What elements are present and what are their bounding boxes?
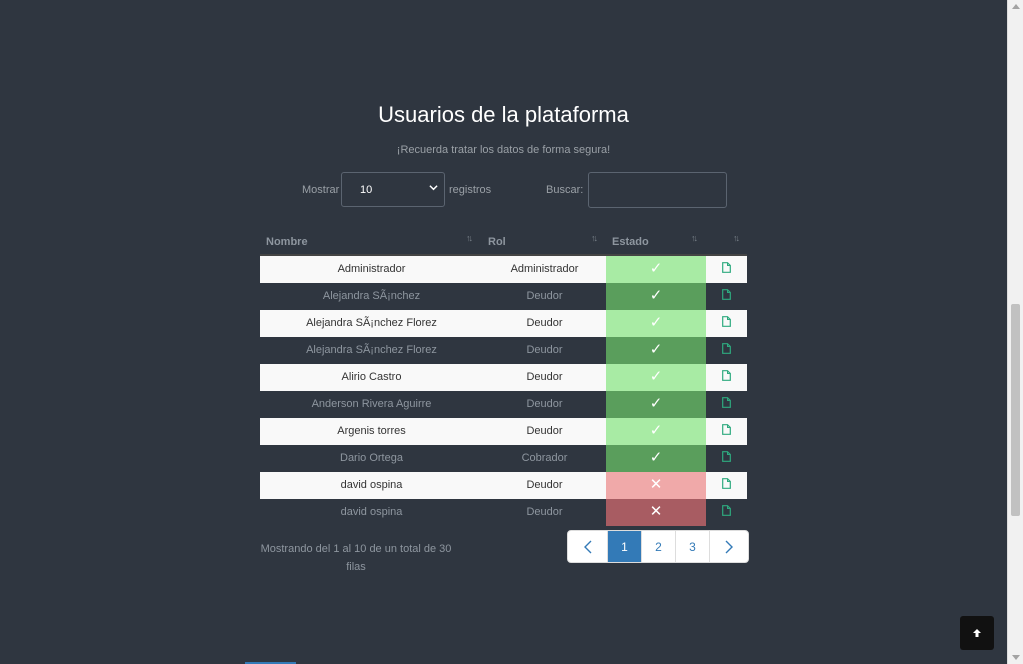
document-icon (722, 424, 731, 435)
show-label: Mostrar (302, 184, 340, 196)
cell-role: Deudor (526, 398, 563, 410)
cell-role: Deudor (526, 425, 563, 437)
chevron-right-icon (725, 540, 733, 553)
cell-name: Administrador (337, 263, 406, 275)
table-row: Alejandra SÃ¡nchez Deudor ✓ (260, 283, 747, 310)
sort-icon[interactable]: ↑↓ (733, 233, 740, 243)
view-document-button[interactable] (706, 283, 747, 310)
arrow-up-icon (973, 629, 981, 637)
sort-icon[interactable]: ↑↓ (466, 233, 473, 243)
cell-name: Alirio Castro (341, 371, 402, 383)
cell-name: Alejandra SÃ¡nchez Florez (306, 344, 437, 356)
cell-role: Administrador (510, 263, 579, 275)
scroll-up-arrow-icon[interactable] (1012, 4, 1020, 9)
page-2-button[interactable]: 2 (641, 531, 675, 562)
table-body: Administrador Administrador ✓ Alejandra SÃ¡… (260, 256, 747, 526)
page-subtitle: ¡Recuerda tratar los datos de forma segu… (396, 144, 611, 156)
chevron-left-icon (583, 540, 591, 553)
sort-icon[interactable]: ↑↓ (591, 233, 598, 243)
document-icon (722, 343, 731, 354)
table-row: Alejandra SÃ¡nchez Florez Deudor ✓ (260, 310, 747, 337)
cell-name: Dario Ortega (340, 452, 403, 464)
cell-name: Alejandra SÃ¡nchez (322, 290, 421, 302)
status-active-icon: ✓ (606, 256, 706, 283)
search-label: Buscar: (546, 184, 584, 196)
status-active-icon: ✓ (606, 445, 706, 472)
view-document-button[interactable] (706, 391, 747, 418)
column-header-state[interactable]: Estado (612, 236, 649, 248)
records-label: registros (449, 184, 492, 196)
cell-role: Deudor (526, 290, 563, 302)
table-row: david ospina Deudor ✕ (260, 472, 747, 499)
table-row: Alejandra SÃ¡nchez Florez Deudor ✓ (260, 337, 747, 364)
view-document-button[interactable] (706, 445, 747, 472)
view-document-button[interactable] (706, 310, 747, 337)
status-active-icon: ✓ (606, 418, 706, 445)
page-size-select[interactable]: 10 (341, 172, 445, 207)
cell-name: david ospina (340, 479, 403, 491)
view-document-button[interactable] (706, 337, 747, 364)
status-inactive-icon: ✕ (606, 499, 706, 526)
table-row: Dario Ortega Cobrador ✓ (260, 445, 747, 472)
table-info: Mostrando del 1 al 10 de un total de 30 … (260, 543, 452, 573)
back-to-top-button[interactable] (960, 616, 994, 650)
document-icon (722, 397, 731, 408)
status-inactive-icon: ✕ (606, 472, 706, 499)
sort-icon[interactable]: ↑↓ (691, 233, 698, 243)
cell-role: Deudor (526, 371, 563, 383)
cell-name: david ospina (340, 506, 403, 518)
pagination: 1 2 3 (567, 530, 749, 563)
page-1-button[interactable]: 1 (607, 531, 641, 562)
next-page-button[interactable] (709, 531, 748, 562)
document-icon (722, 289, 731, 300)
cell-name: Anderson Rivera Aguirre (311, 398, 432, 410)
scrollbar-thumb[interactable] (1011, 304, 1020, 516)
previous-page-button[interactable] (568, 531, 607, 562)
status-active-icon: ✓ (606, 310, 706, 337)
status-active-icon: ✓ (606, 337, 706, 364)
chevron-down-icon (429, 185, 438, 191)
table-row: Argenis torres Deudor ✓ (260, 418, 747, 445)
view-document-button[interactable] (706, 364, 747, 391)
cell-name: Alejandra SÃ¡nchez Florez (306, 317, 437, 329)
search-input[interactable] (588, 172, 727, 208)
view-document-button[interactable] (706, 418, 747, 445)
scroll-down-arrow-icon[interactable] (1012, 655, 1020, 660)
view-document-button[interactable] (706, 256, 747, 283)
table-row: Alirio Castro Deudor ✓ (260, 364, 747, 391)
document-icon (722, 451, 731, 462)
page-3-button[interactable]: 3 (675, 531, 709, 562)
column-header-name[interactable]: Nombre (266, 236, 308, 248)
page-title: Usuarios de la plataforma (378, 102, 629, 127)
status-active-icon: ✓ (606, 283, 706, 310)
document-icon (722, 505, 731, 516)
table-row: Anderson Rivera Aguirre Deudor ✓ (260, 391, 747, 418)
cell-role: Deudor (526, 344, 563, 356)
document-icon (722, 262, 731, 273)
cell-role: Cobrador (521, 452, 568, 464)
view-document-button[interactable] (706, 472, 747, 499)
status-active-icon: ✓ (606, 364, 706, 391)
table-row: david ospina Deudor ✕ (260, 499, 747, 526)
column-header-role[interactable]: Rol (488, 236, 506, 248)
document-icon (722, 478, 731, 489)
cell-name: Argenis torres (337, 425, 406, 437)
table-row: Administrador Administrador ✓ (260, 256, 747, 283)
document-icon (722, 316, 731, 327)
status-active-icon: ✓ (606, 391, 706, 418)
page-size-value: 10 (360, 184, 373, 196)
cell-role: Deudor (526, 506, 563, 518)
table-header: Nombre ↑↓ Rol ↑↓ Estado ↑↓ ↑↓ (260, 232, 747, 256)
document-icon (722, 370, 731, 381)
view-document-button[interactable] (706, 499, 747, 526)
cell-role: Deudor (526, 317, 563, 329)
cell-role: Deudor (526, 479, 563, 491)
vertical-scrollbar[interactable] (1007, 0, 1023, 664)
